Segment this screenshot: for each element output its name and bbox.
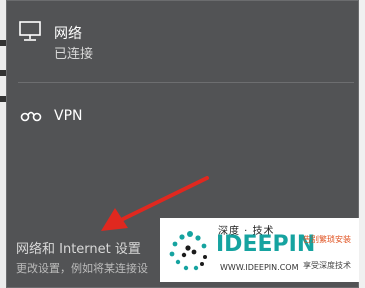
watermark-brand: IDEEPIN	[216, 232, 316, 257]
watermark: 深度 · 技术 IDEEPIN WWW.IDEEPIN.COM 告别繁琐安装 享…	[160, 218, 359, 282]
network-settings-link[interactable]: 网络和 Internet 设置	[16, 238, 141, 257]
watermark-slogan-top: 告别繁琐安装	[303, 235, 351, 244]
divider	[18, 82, 354, 83]
vpn-link-icon	[19, 108, 43, 128]
network-item-vpn[interactable]: VPN	[6, 100, 359, 134]
network-settings-description: 更改设置，例如将某连接设	[16, 262, 148, 275]
vpn-name: VPN	[54, 108, 83, 124]
network-status: 已连接	[54, 47, 94, 62]
network-name: 网络	[54, 26, 82, 42]
ideepin-logo-icon	[169, 231, 207, 271]
ethernet-monitor-icon	[18, 20, 42, 46]
network-item-ethernet[interactable]: 网络 已连接	[6, 14, 359, 64]
watermark-url: WWW.IDEEPIN.COM	[220, 263, 299, 272]
watermark-slogan-bottom: 享受深度技术	[303, 261, 351, 270]
